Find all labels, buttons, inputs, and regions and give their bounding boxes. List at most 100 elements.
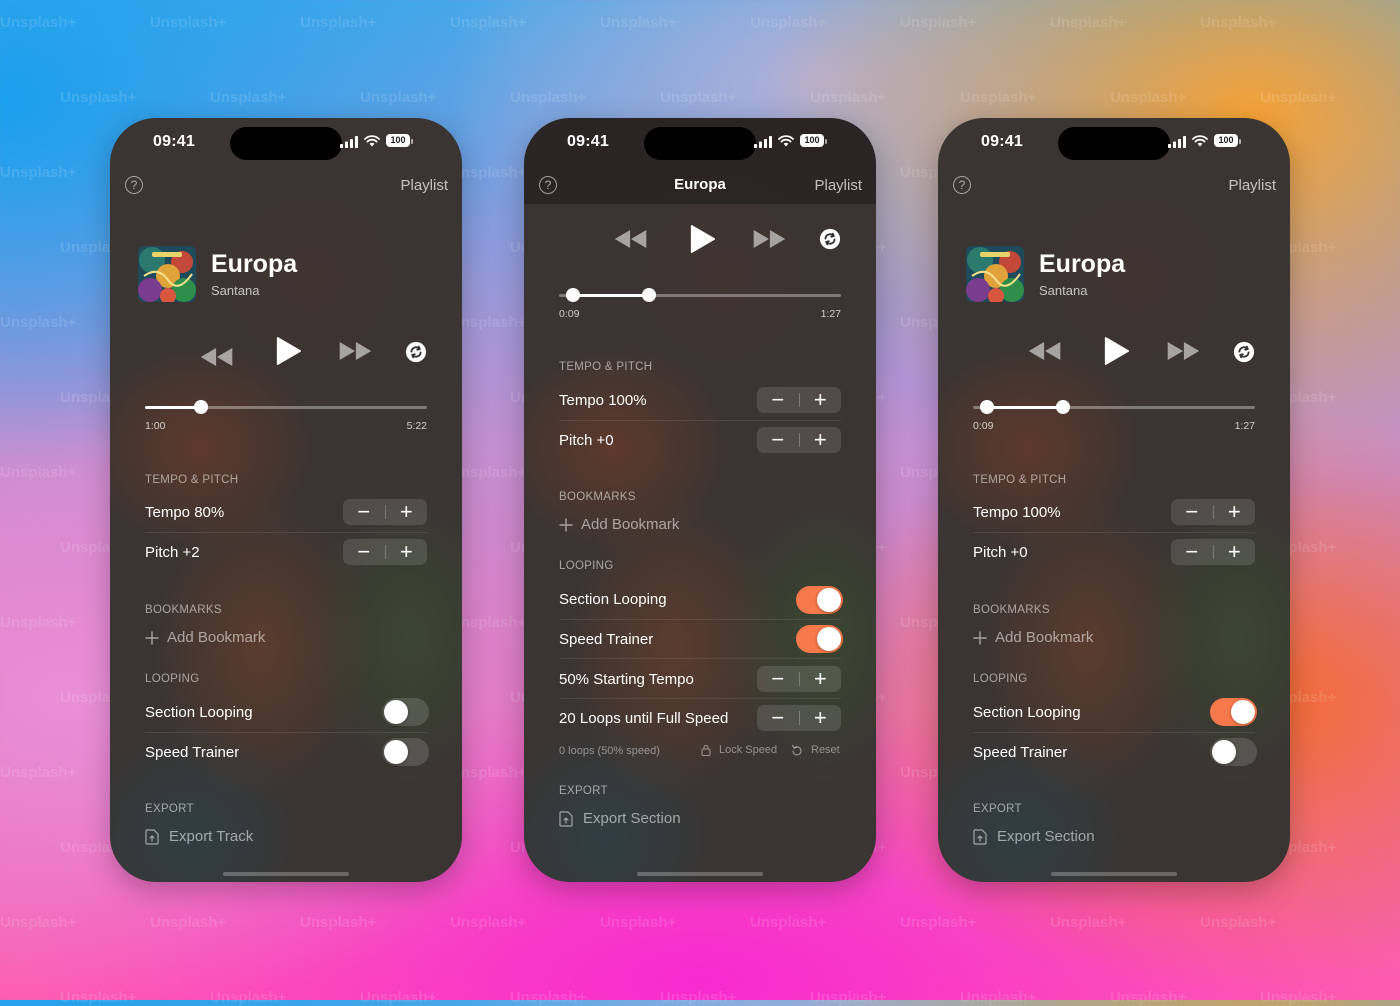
export-section-button[interactable]: Export Section <box>559 810 681 827</box>
playhead-knob[interactable] <box>194 400 209 414</box>
pitch-increase-button[interactable]: + <box>386 539 428 565</box>
fast-forward-icon[interactable] <box>337 340 373 362</box>
toggle-knob <box>384 740 408 764</box>
loops-until-label: 20 Loops until Full Speed <box>559 710 729 727</box>
row-separator <box>559 420 841 421</box>
document-export-icon <box>559 811 573 827</box>
help-icon[interactable]: ? <box>953 176 971 194</box>
pitch-increase-button[interactable]: + <box>1214 539 1256 565</box>
home-indicator[interactable] <box>1051 872 1177 876</box>
section-looping-toggle[interactable] <box>1210 698 1257 726</box>
dynamic-island <box>230 127 342 160</box>
export-section-button[interactable]: Export Section <box>973 828 1095 845</box>
add-bookmark-button[interactable]: Add Bookmark <box>973 629 1093 646</box>
seek-bar[interactable] <box>559 288 841 302</box>
export-label: Export Section <box>997 828 1095 845</box>
rewind-icon[interactable] <box>199 340 235 374</box>
battery-cap <box>411 139 413 144</box>
play-icon[interactable] <box>689 224 715 254</box>
section-looping-toggle[interactable] <box>382 698 429 726</box>
pitch-stepper: − + <box>757 427 841 453</box>
loops-until-decrease-button[interactable]: − <box>757 705 799 731</box>
fast-forward-icon[interactable] <box>1165 340 1201 362</box>
pitch-decrease-button[interactable]: − <box>757 427 799 453</box>
starting-tempo-stepper: − + <box>757 666 841 692</box>
playhead-knob[interactable] <box>1056 400 1071 414</box>
add-bookmark-label: Add Bookmark <box>581 516 680 533</box>
watermark-text: Unsplash+ <box>300 914 377 931</box>
starting-tempo-decrease-button[interactable]: − <box>757 666 799 692</box>
pitch-decrease-button[interactable]: − <box>1171 539 1213 565</box>
add-bookmark-button[interactable]: Add Bookmark <box>145 629 265 646</box>
battery-icon: 100 <box>386 134 410 147</box>
album-art-image <box>966 246 1024 302</box>
wifi-icon <box>364 135 380 147</box>
loop-start-knob[interactable] <box>980 400 995 414</box>
playlist-button[interactable]: Playlist <box>814 177 862 194</box>
play-icon[interactable] <box>1103 336 1129 366</box>
section-header-bookmarks: BOOKMARKS <box>145 604 222 616</box>
tempo-stepper: − + <box>757 387 841 413</box>
watermark-text: Unsplash+ <box>960 989 1037 1006</box>
pitch-stepper: − + <box>343 539 427 565</box>
status-icons: 100 <box>340 134 434 149</box>
plus-icon <box>145 631 159 645</box>
loops-until-increase-button[interactable]: + <box>800 705 842 731</box>
status-time: 09:41 <box>567 133 609 150</box>
home-indicator[interactable] <box>223 872 349 876</box>
repeat-icon[interactable] <box>405 341 427 363</box>
tempo-increase-button[interactable]: + <box>800 387 842 413</box>
elapsed-time: 1:00 <box>145 420 166 432</box>
export-track-button[interactable]: Export Track <box>145 828 253 845</box>
tempo-decrease-button[interactable]: − <box>757 387 799 413</box>
home-indicator[interactable] <box>637 872 763 876</box>
reset-icon <box>791 744 803 756</box>
speed-trainer-toggle[interactable] <box>1210 738 1257 766</box>
repeat-icon[interactable] <box>1233 341 1255 363</box>
speed-trainer-toggle[interactable] <box>382 738 429 766</box>
seek-bar[interactable] <box>973 400 1255 414</box>
phone-screen-1: 09:41 100 ? Playlist Europa Santana 1:00… <box>110 118 462 882</box>
tempo-decrease-button[interactable]: − <box>1171 499 1213 525</box>
loop-start-knob[interactable] <box>566 288 581 302</box>
pitch-decrease-button[interactable]: − <box>343 539 385 565</box>
section-looping-toggle[interactable] <box>796 586 843 614</box>
watermark-text: Unsplash+ <box>1260 89 1337 106</box>
speed-trainer-toggle[interactable] <box>796 625 843 653</box>
dynamic-island <box>1058 127 1170 160</box>
add-bookmark-button[interactable]: Add Bookmark <box>559 516 679 533</box>
loops-until-stepper: − + <box>757 705 841 731</box>
signal-icon <box>1168 136 1186 148</box>
pitch-increase-button[interactable]: + <box>800 427 842 453</box>
watermark-text: Unsplash+ <box>210 89 287 106</box>
help-icon[interactable]: ? <box>125 176 143 194</box>
rewind-icon[interactable] <box>613 228 649 250</box>
fast-forward-icon[interactable] <box>751 228 787 250</box>
seek-bar[interactable] <box>145 400 427 414</box>
play-icon[interactable] <box>275 336 301 366</box>
tempo-decrease-button[interactable]: − <box>343 499 385 525</box>
loop-region-fill <box>987 406 1064 409</box>
watermark-text: Unsplash+ <box>60 89 137 106</box>
playlist-button[interactable]: Playlist <box>400 177 448 194</box>
rewind-icon[interactable] <box>1027 340 1063 362</box>
total-time: 1:27 <box>1234 420 1255 432</box>
playhead-knob[interactable] <box>642 288 657 302</box>
reset-button[interactable]: Reset <box>791 744 840 756</box>
track-artist: Santana <box>1039 283 1088 298</box>
lock-speed-button[interactable]: Lock Speed <box>701 744 777 756</box>
repeat-icon[interactable] <box>819 228 841 250</box>
starting-tempo-increase-button[interactable]: + <box>800 666 842 692</box>
seek-fill <box>145 406 202 409</box>
lock-icon <box>701 744 711 756</box>
tempo-increase-button[interactable]: + <box>386 499 428 525</box>
signal-icon <box>340 136 358 148</box>
tempo-increase-button[interactable]: + <box>1214 499 1256 525</box>
watermark-text: Unsplash+ <box>150 14 227 31</box>
row-separator <box>973 732 1255 733</box>
watermark-text: Unsplash+ <box>210 989 287 1006</box>
export-label: Export Section <box>583 810 681 827</box>
watermark-text: Unsplash+ <box>0 314 77 331</box>
watermark-text: Unsplash+ <box>0 764 77 781</box>
playlist-button[interactable]: Playlist <box>1228 177 1276 194</box>
